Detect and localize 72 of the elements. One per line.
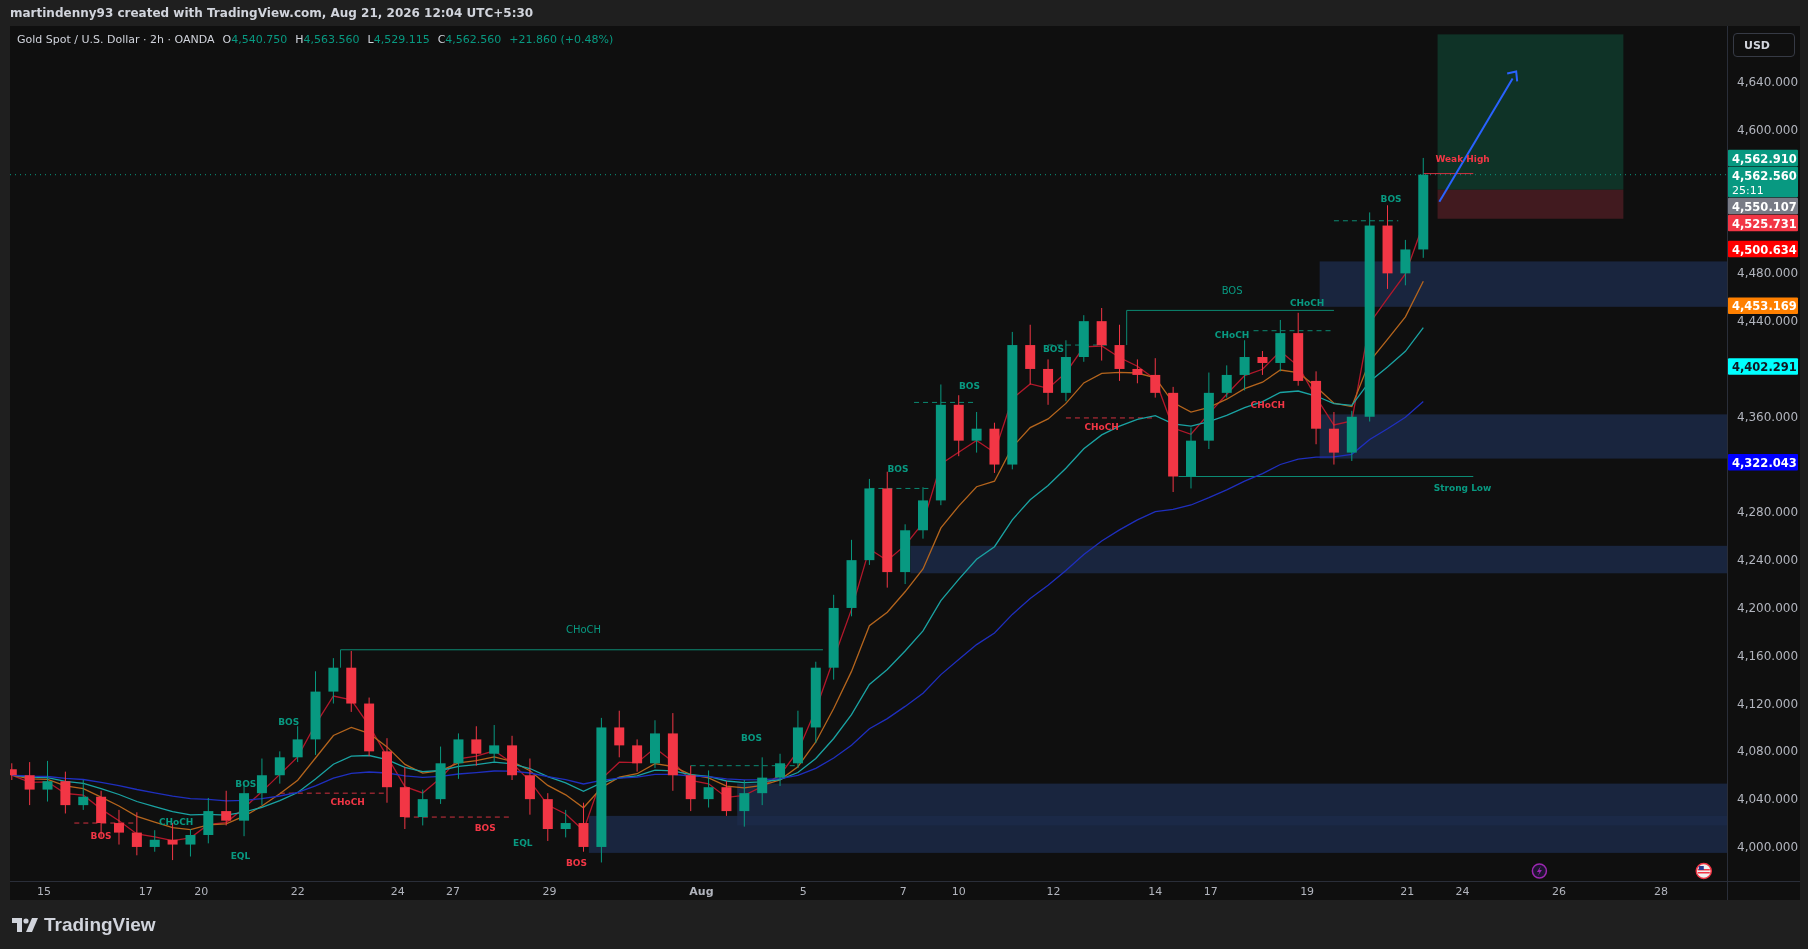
structure-label: CHoCH xyxy=(1250,400,1286,411)
time-axis-label: 7 xyxy=(899,885,907,898)
time-axis-label: 17 xyxy=(138,885,153,898)
time-axis-label: 24 xyxy=(1455,885,1470,898)
symbol-title: Gold Spot / U.S. Dollar · 2h · OANDA xyxy=(17,33,215,46)
ohlc-value: C4,562.560 xyxy=(437,33,502,46)
logo-text: TradingView xyxy=(44,914,156,936)
ohlc-value: H4,563.560 xyxy=(295,33,360,46)
structure-label: CHoCH xyxy=(1289,297,1325,308)
structure-label: BOS xyxy=(1221,284,1243,296)
structure-label: EQL xyxy=(230,850,251,861)
price-tag: 4,562.560 25:11 xyxy=(1728,166,1798,198)
price-axis-label: 4,080.000 xyxy=(1737,744,1799,759)
time-axis-label: 5 xyxy=(799,885,807,898)
price-axis-label: 4,640.000 xyxy=(1737,75,1799,90)
time-axis-label: 19 xyxy=(1300,885,1315,898)
flag-icon xyxy=(1695,862,1712,880)
price-axis-label: 4,200.000 xyxy=(1737,600,1799,615)
time-axis-label: 17 xyxy=(1203,885,1218,898)
structure-label: Strong Low xyxy=(1433,482,1492,493)
structure-label: CHoCH xyxy=(158,817,194,828)
structure-label: BOS xyxy=(278,717,300,728)
time-axis-label: 21 xyxy=(1400,885,1415,898)
structure-label: BOS xyxy=(565,858,587,869)
ohlc-value: O4,540.750 xyxy=(222,33,288,46)
time-axis-label: 20 xyxy=(194,885,209,898)
structure-label: CHoCH xyxy=(1084,421,1119,432)
price-tag: 4,322.043 xyxy=(1728,454,1798,471)
header-text: martindenny93 created with TradingView.com, Aug 21, 2026 12:04 UTC+5:30 xyxy=(9,5,535,22)
price-axis-label: 4,600.000 xyxy=(1737,122,1799,137)
time-axis-label: 26 xyxy=(1552,885,1567,898)
price-tag: 4,402.291 xyxy=(1728,358,1798,375)
structure-label: CHoCH xyxy=(565,624,602,636)
logo-icon xyxy=(12,918,38,932)
price-axis-label: 4,440.000 xyxy=(1737,314,1799,329)
structure-line xyxy=(1422,173,1474,175)
price-change: +21.860 (+0.48%) xyxy=(509,33,614,46)
time-axis-label: 27 xyxy=(446,885,461,898)
price-axis-label: 4,240.000 xyxy=(1737,553,1799,568)
structure-label: CHoCH xyxy=(330,797,365,808)
price-axis-label: 4,000.000 xyxy=(1737,839,1799,854)
price-axis-label: 4,360.000 xyxy=(1737,409,1799,424)
time-axis-label: 10 xyxy=(951,885,966,898)
structure-label: EQL xyxy=(513,837,533,848)
structure-label: BOS xyxy=(235,779,257,790)
price-axis-label: 4,280.000 xyxy=(1737,505,1799,520)
time-axis-label: 12 xyxy=(1046,885,1061,898)
price-axis-label: 4,160.000 xyxy=(1737,648,1799,663)
price-tag: 4,453.169 xyxy=(1728,297,1798,314)
structure-label: BOS xyxy=(1042,344,1064,355)
price-axis-label: 4,480.000 xyxy=(1737,266,1799,281)
structure-label: BOS xyxy=(887,463,909,474)
structure-line xyxy=(1333,220,1399,222)
time-axis-label: Aug xyxy=(689,885,714,898)
time-axis-label: 24 xyxy=(390,885,405,898)
structure-label: CHoCH xyxy=(1214,329,1250,340)
time-axis-label: 15 xyxy=(36,885,51,898)
structure-label: BOS xyxy=(90,830,112,841)
currency-button[interactable]: USD xyxy=(1733,33,1795,57)
structure-label: BOS xyxy=(958,381,980,392)
structure-label: BOS xyxy=(1380,193,1402,204)
time-axis-label: 14 xyxy=(1148,885,1163,898)
structure-label: BOS xyxy=(740,732,762,743)
structure-label: Weak High xyxy=(1435,154,1490,165)
time-axis-label: 28 xyxy=(1653,885,1668,898)
price-axis-label: 4,040.000 xyxy=(1737,792,1799,807)
time-axis-label: 29 xyxy=(542,885,557,898)
time-axis-label: 22 xyxy=(290,885,305,898)
ohlc-value: L4,529.115 xyxy=(367,33,430,46)
price-axis-label: 4,120.000 xyxy=(1737,696,1799,711)
structure-label: BOS xyxy=(474,823,496,834)
lightning-icon xyxy=(1531,863,1548,879)
